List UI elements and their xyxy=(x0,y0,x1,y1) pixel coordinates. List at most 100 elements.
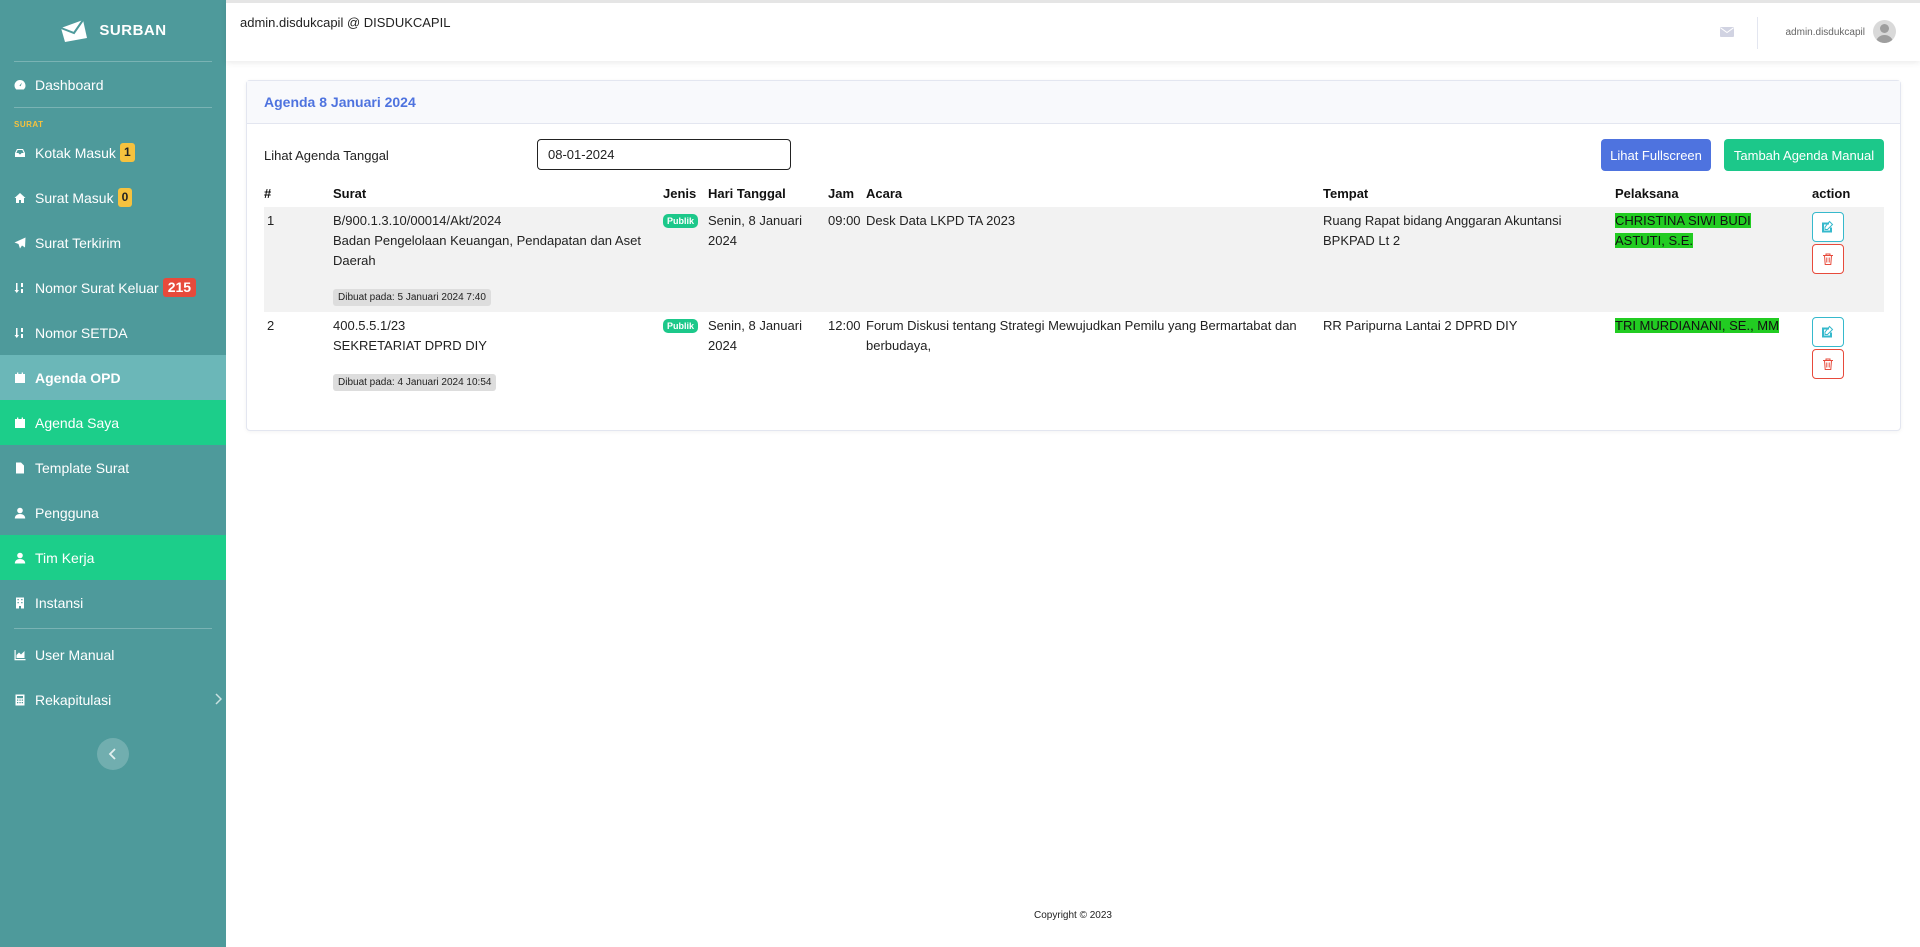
brand-name: SURBAN xyxy=(99,22,167,39)
user-icon xyxy=(14,507,26,519)
filter-label: Lihat Agenda Tanggal xyxy=(264,148,389,163)
acara: Desk Data LKPD TA 2023 xyxy=(866,213,1016,228)
calculator-icon xyxy=(14,694,26,706)
edit-button[interactable] xyxy=(1812,212,1844,242)
user-org-label: admin.disdukcapil @ DISDUKCAPIL xyxy=(240,15,451,30)
col-header-action: action xyxy=(1812,186,1851,201)
tempat: RR Paripurna Lantai 2 DPRD DIY xyxy=(1323,318,1518,333)
sidebar-item-template-surat[interactable]: Template Surat xyxy=(0,445,226,490)
col-header-tempat: Tempat xyxy=(1323,186,1369,201)
username-label[interactable]: admin.disdukcapil xyxy=(1786,27,1866,38)
tempat: Ruang Rapat bidang Anggaran Akuntansi BP… xyxy=(1323,213,1562,248)
sidebar-item-label: Nomor Surat Keluar xyxy=(35,279,159,296)
sidebar-item-agenda-opd[interactable]: Agenda OPD xyxy=(0,355,226,400)
sidebar-item-label: Agenda OPD xyxy=(35,369,121,386)
pelaksana-name: CHRISTINA SIWI BUDI ASTUTI, S.E. xyxy=(1615,213,1751,248)
created-at-badge: Dibuat pada: 5 Januari 2024 7:40 xyxy=(333,289,491,306)
envelope-icon[interactable] xyxy=(1720,27,1734,37)
col-header-jam: Jam xyxy=(828,186,855,201)
col-header-acara: Acara xyxy=(866,186,903,201)
acara: Forum Diskusi tentang Strategi Mewujudka… xyxy=(866,318,1297,353)
chevron-left-icon xyxy=(108,748,116,760)
sidebar-item-pengguna[interactable]: Pengguna xyxy=(0,490,226,535)
chart-area-icon xyxy=(14,649,26,661)
building-icon xyxy=(14,597,26,609)
trash-icon xyxy=(1823,358,1833,370)
avatar[interactable] xyxy=(1873,20,1896,43)
delete-button[interactable] xyxy=(1812,349,1844,379)
sidebar-item-label: Rekapitulasi xyxy=(35,691,112,708)
sidebar-item-label: Dashboard xyxy=(35,76,104,93)
jenis-badge: Publik xyxy=(663,319,699,333)
col-header-surat: Surat xyxy=(333,186,367,201)
chevron-right-icon xyxy=(215,693,222,705)
surat-number: B/900.1.3.10/00014/Akt/2024 xyxy=(333,213,502,228)
agenda-card: Agenda 8 Januari 2024 Lihat Agenda Tangg… xyxy=(246,80,1901,431)
sort-numeric-icon xyxy=(14,282,26,294)
edit-button[interactable] xyxy=(1812,317,1844,347)
count-badge: 1 xyxy=(119,143,135,162)
add-agenda-button[interactable]: Tambah Agenda Manual xyxy=(1724,139,1884,171)
table-row: 2 400.5.5.1/23 SEKRETARIAT DPRD DIY Dibu… xyxy=(264,312,1884,402)
delete-button[interactable] xyxy=(1812,244,1844,274)
surat-org: Badan Pengelolaan Keuangan, Pendapatan d… xyxy=(333,233,641,268)
sidebar-item-label: Nomor SETDA xyxy=(35,324,128,341)
sidebar-item-label: Template Surat xyxy=(35,459,130,476)
hari-tanggal: Senin, 8 Januari 2024 xyxy=(708,213,802,248)
sidebar-item-label: Tim Kerja xyxy=(35,549,95,566)
col-header-hari: Hari Tanggal xyxy=(708,186,786,201)
jam: 09:00 xyxy=(828,213,861,228)
sidebar-item-surat-terkirim[interactable]: Surat Terkirim xyxy=(0,220,226,265)
envelope-logo-icon xyxy=(61,18,88,42)
calendar-icon xyxy=(14,417,26,429)
edit-icon xyxy=(1822,220,1834,233)
sidebar-item-label: Pengguna xyxy=(35,504,99,521)
sidebar-item-instansi[interactable]: Instansi xyxy=(0,580,226,625)
sidebar-item-label: Agenda Saya xyxy=(35,414,120,431)
footer-copyright: Copyright © 2023 xyxy=(1034,910,1112,921)
sidebar: SURBAN Dashboard SURAT Kotak Masuk 1 Sur… xyxy=(0,0,226,947)
sidebar-item-label: User Manual xyxy=(35,646,115,663)
jenis-badge: Publik xyxy=(663,214,699,228)
brand[interactable]: SURBAN xyxy=(0,0,226,61)
paper-plane-icon xyxy=(14,237,26,249)
sidebar-item-label: Instansi xyxy=(35,594,84,611)
sidebar-item-nomor-setda[interactable]: Nomor SETDA xyxy=(0,310,226,355)
pelaksana: CHRISTINA SIWI BUDI ASTUTI, S.E. xyxy=(1615,211,1795,251)
col-header-pelaksana: Pelaksana xyxy=(1615,186,1679,201)
sidebar-item-user-manual[interactable]: User Manual xyxy=(0,632,226,677)
sidebar-toggle-button[interactable] xyxy=(97,738,129,770)
sidebar-item-kotak-masuk[interactable]: Kotak Masuk 1 xyxy=(0,130,226,175)
topbar: admin.disdukcapil @ DISDUKCAPIL admin.di… xyxy=(226,0,1920,61)
edit-icon xyxy=(1822,325,1834,338)
row-number: 1 xyxy=(267,213,275,228)
fullscreen-button[interactable]: Lihat Fullscreen xyxy=(1601,139,1711,171)
file-icon xyxy=(14,462,26,474)
section-label-surat: SURAT xyxy=(14,120,44,129)
sidebar-item-surat-masuk[interactable]: Surat Masuk 0 xyxy=(0,175,226,220)
sort-numeric-icon xyxy=(14,327,26,339)
sidebar-item-rekapitulasi[interactable]: Rekapitulasi xyxy=(0,677,226,722)
surat-org: SEKRETARIAT DPRD DIY xyxy=(333,338,487,353)
sidebar-item-nomor-surat-keluar[interactable]: Nomor Surat Keluar 215 xyxy=(0,265,226,310)
calendar-icon xyxy=(14,372,26,384)
sidebar-item-dashboard[interactable]: Dashboard xyxy=(0,62,226,107)
created-at-badge: Dibuat pada: 4 Januari 2024 10:54 xyxy=(333,374,497,391)
count-badge: 215 xyxy=(162,278,197,297)
surat-number: 400.5.5.1/23 xyxy=(333,318,406,333)
sidebar-item-tim-kerja[interactable]: Tim Kerja xyxy=(0,535,226,580)
inbox-icon xyxy=(14,147,26,159)
sidebar-item-label: Surat Terkirim xyxy=(35,234,122,251)
card-title: Agenda 8 Januari 2024 xyxy=(247,81,1900,124)
date-input[interactable] xyxy=(537,139,791,170)
hari-tanggal: Senin, 8 Januari 2024 xyxy=(708,318,802,353)
col-header-no: # xyxy=(264,186,272,201)
pelaksana-name: TRI MURDIANANI, SE., MM xyxy=(1615,318,1779,333)
topbar-divider xyxy=(1757,17,1758,49)
sidebar-item-agenda-saya[interactable]: Agenda Saya xyxy=(0,400,226,445)
col-header-jenis: Jenis xyxy=(663,186,697,201)
user-icon xyxy=(14,552,26,564)
sidebar-item-label: Kotak Masuk xyxy=(35,144,116,161)
jam: 12:00 xyxy=(828,318,861,333)
table-row: 1 B/900.1.3.10/00014/Akt/2024 Badan Peng… xyxy=(264,207,1884,312)
